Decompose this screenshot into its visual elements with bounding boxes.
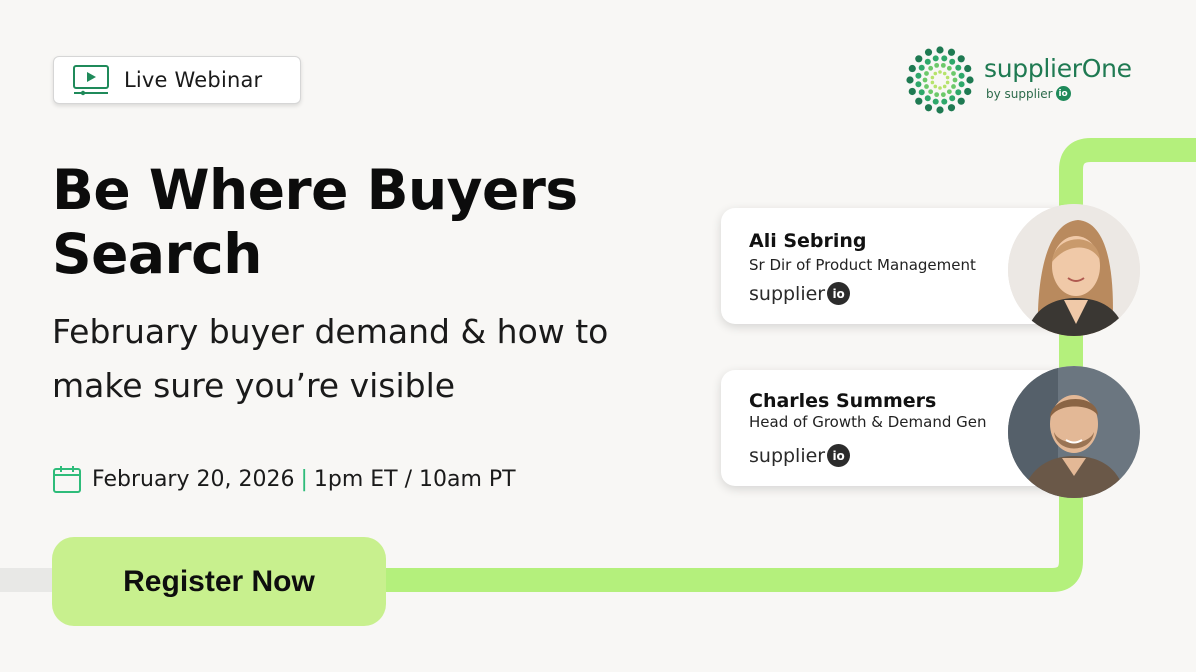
event-datetime: February 20, 2026 | 1pm ET / 10am PT — [52, 462, 516, 496]
logo-dot — [940, 62, 946, 68]
speaker-org-text: supplier — [749, 444, 826, 467]
logo-dot — [958, 72, 965, 79]
page-subtitle: February buyer demand & how to make sure… — [52, 312, 609, 405]
speaker-role: Head of Growth & Demand Gen — [749, 413, 987, 431]
webinar-banner: Live Webinar supplierOne by supplier io … — [0, 0, 1196, 672]
logo-dot — [924, 84, 929, 89]
logo-dot — [955, 64, 962, 71]
logo-dot — [932, 55, 939, 62]
speaker-role: Sr Dir of Product Management — [749, 256, 976, 274]
event-separator: | — [300, 466, 308, 492]
io-mark: io — [827, 282, 851, 305]
logo-dot — [957, 55, 965, 63]
speaker-org-text: supplier — [749, 282, 826, 305]
io-mark: io — [1055, 86, 1071, 101]
logo-dot — [915, 72, 922, 79]
logo-dot — [951, 71, 956, 76]
logo-dot — [928, 65, 934, 71]
calendar-icon — [52, 464, 82, 494]
logo-name: supplierOne — [984, 54, 1132, 83]
logo-dot — [930, 80, 935, 85]
logo-dot — [947, 48, 956, 56]
logo-dot — [924, 71, 929, 76]
video-play-icon — [72, 64, 110, 96]
logo-dot — [945, 80, 950, 85]
logo-dot — [908, 64, 916, 73]
logo-dot — [964, 87, 972, 96]
logo-dot — [964, 64, 972, 73]
logo-dot — [952, 77, 958, 83]
event-time: 1pm ET / 10am PT — [313, 466, 516, 492]
logo-dot — [966, 76, 974, 84]
logo-dot — [949, 58, 956, 65]
logo-dot — [942, 71, 947, 76]
logo-dot — [922, 77, 928, 83]
logo-dot — [924, 58, 931, 65]
logo-dot — [941, 98, 948, 105]
supplierone-logo[interactable]: supplierOne by supplier io — [906, 46, 1156, 114]
speaker-name: Ali Sebring — [749, 230, 867, 252]
logo-dot — [942, 84, 947, 89]
logo-dot — [924, 95, 931, 102]
logo-dot — [915, 55, 923, 63]
logo-dot — [949, 95, 956, 102]
logo-dot — [951, 84, 956, 89]
logo-dot — [947, 104, 956, 112]
logo-dot — [924, 48, 933, 56]
logo-dot — [955, 89, 962, 96]
logo-dot — [945, 75, 950, 80]
speaker-name: Charles Summers — [749, 390, 937, 412]
logo-dot — [928, 89, 934, 95]
logo-dot — [930, 75, 935, 80]
page-title: Be Where Buyers Search — [52, 158, 578, 286]
live-webinar-badge: Live Webinar — [53, 56, 301, 104]
logo-dot — [936, 46, 944, 54]
logo-dot — [938, 70, 942, 74]
badge-label: Live Webinar — [124, 68, 263, 92]
event-date: February 20, 2026 — [92, 466, 295, 492]
logo-dot — [924, 104, 933, 112]
logo-dot — [933, 84, 938, 89]
register-now-button[interactable]: Register Now — [52, 537, 386, 626]
logo-dot — [934, 92, 940, 98]
logo-dot — [915, 81, 922, 88]
logo-dot — [941, 55, 948, 62]
logo-byline: by supplier io — [986, 86, 1071, 101]
logo-byline-text: by supplier — [986, 86, 1053, 101]
speaker-org-logo: supplier io — [749, 444, 851, 467]
logo-dot — [934, 62, 940, 68]
logo-dot — [958, 81, 965, 88]
logo-dot — [940, 92, 946, 98]
speaker-avatar — [1008, 204, 1140, 336]
logo-dot — [915, 97, 923, 105]
logo-dot — [906, 76, 914, 84]
logo-dot — [946, 89, 952, 95]
logo-dot — [938, 86, 942, 90]
logo-dot — [933, 71, 938, 76]
logo-dot — [936, 106, 944, 114]
io-mark: io — [827, 444, 851, 467]
supplierone-logo-mark — [906, 46, 974, 114]
logo-dot — [957, 97, 965, 105]
speaker-org-logo: supplier io — [749, 282, 851, 305]
logo-dot — [908, 87, 916, 96]
logo-dot — [932, 98, 939, 105]
logo-dot — [918, 89, 925, 96]
speaker-avatar — [1008, 366, 1140, 498]
logo-dot — [918, 64, 925, 71]
logo-dot — [946, 65, 952, 71]
